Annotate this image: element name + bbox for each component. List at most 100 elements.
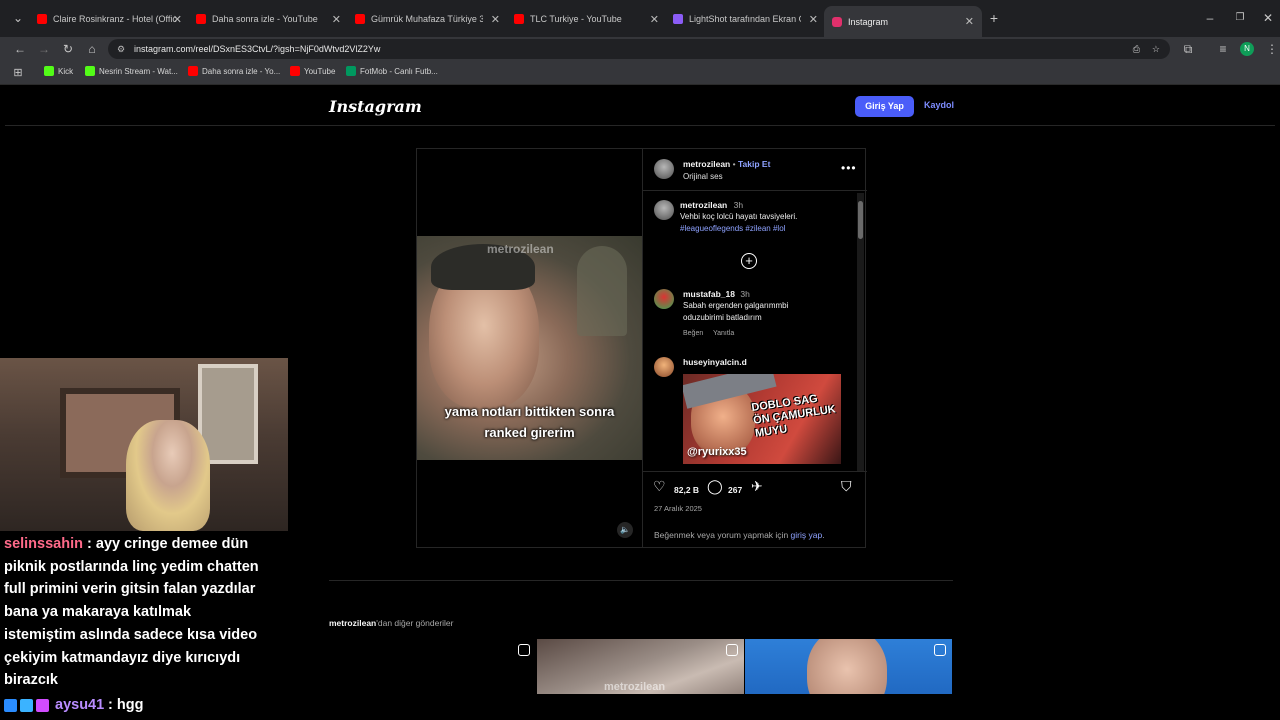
stream-chat-line: aysu41 : hgg (0, 694, 1280, 720)
instagram-logo[interactable]: Instagram (329, 97, 422, 116)
bookmark-youtube[interactable]: YouTube (290, 66, 335, 76)
comments-list[interactable]: metrozilean 3h Vehbi koç lolcü hayatı ta… (643, 191, 867, 471)
youtube-icon (355, 14, 365, 24)
heart-icon[interactable]: ♡ (653, 478, 666, 495)
comment-meme-image[interactable]: DOBLO SAG ÖN ÇAMURLUK MUYU @ryurixx35 (683, 374, 841, 464)
post-sidebar: metrozilean • Takip Et Orijinal ses ••• … (642, 149, 867, 547)
tab-title: Claire Rosinkranz - Hotel (Offic (53, 14, 177, 24)
apps-icon[interactable]: ⊞ (10, 65, 26, 81)
bookmark-label: FotMob - Canlı Futb... (360, 66, 438, 76)
menu-icon[interactable]: ⋮ (1264, 41, 1280, 57)
chat-badge-icon (36, 699, 49, 712)
avatar[interactable] (654, 357, 674, 377)
comment-time: 3h (740, 289, 750, 299)
login-button[interactable]: Giriş Yap (855, 96, 914, 117)
mute-toggle-icon[interactable]: 🔈 (617, 522, 633, 538)
tab-strip: ⌄ Claire Rosinkranz - Hotel (Offic ✕ Dah… (0, 0, 1280, 37)
close-icon[interactable]: ✕ (650, 13, 659, 26)
address-bar[interactable]: ⚙ instagram.com/reel/DSxnES3CtvL/?igsh=N… (108, 39, 1170, 59)
comment-username[interactable]: huseyinyalcin.d (683, 357, 747, 367)
bookmark-nesrin-stream[interactable]: Nesrin Stream - Wat... (85, 66, 178, 76)
load-more-comments-icon[interactable]: + (741, 253, 757, 269)
new-tab-icon[interactable]: + (986, 10, 1002, 26)
reel-icon (518, 644, 530, 656)
bookmark-label: Daha sonra izle - Yo... (202, 66, 281, 76)
scrollbar-thumb[interactable] (858, 201, 863, 239)
comment-username[interactable]: mustafab_18 (683, 289, 735, 299)
avatar[interactable] (654, 289, 674, 309)
tab-tlc-turkiye[interactable]: TLC Turkiye - YouTube ✕ (514, 8, 659, 30)
caption-time: 3h (733, 200, 744, 210)
audio-label[interactable]: Orijinal ses (683, 172, 723, 181)
post-author[interactable]: metrozilean • Takip Et (683, 159, 770, 169)
signup-link[interactable]: Kaydol (924, 100, 954, 110)
more-posts-suffix: 'dan diğer gönderiler (376, 618, 454, 628)
comment-author[interactable]: mustafab_18 3h (683, 289, 750, 299)
meme-handle: @ryurixx35 (687, 446, 747, 458)
avatar[interactable] (654, 159, 674, 179)
bookmarks-bar: ⊞ Kick Nesrin Stream - Wat... Daha sonra… (0, 61, 1280, 85)
home-icon[interactable]: ⌂ (84, 41, 100, 57)
comments-scrollbar[interactable] (857, 193, 864, 471)
bookmark-icon[interactable]: ⛉ (841, 478, 852, 495)
close-icon[interactable]: ✕ (965, 15, 974, 28)
kick-icon (85, 66, 95, 76)
close-icon[interactable]: ✕ (491, 13, 500, 26)
follow-button[interactable]: Takip Et (738, 159, 770, 169)
close-icon[interactable]: ✕ (809, 13, 818, 26)
caption-hashtags[interactable]: #leagueoflegends #zilean #lol (680, 224, 785, 233)
tab-claire-rosinkranz[interactable]: Claire Rosinkranz - Hotel (Offic ✕ (37, 8, 182, 30)
comment-icon[interactable]: ◯ (707, 478, 723, 495)
bookmark-star-icon[interactable]: ☆ (1152, 39, 1160, 59)
forward-icon[interactable]: → (36, 41, 52, 57)
caption-username[interactable]: metrozilean (680, 200, 727, 210)
more-options-icon[interactable]: ••• (841, 161, 857, 175)
more-posts-user[interactable]: metrozilean (329, 618, 376, 628)
tab-gumruk-muhafaza[interactable]: Gümrük Muhafaza Türkiye 31. E ✕ (355, 8, 500, 30)
share-icon[interactable]: ✈ (751, 478, 763, 495)
meme-caption: DOBLO SAG ÖN ÇAMURLUK MUYU (750, 392, 837, 440)
bookmark-kick[interactable]: Kick (44, 66, 73, 76)
youtube-icon (514, 14, 524, 24)
comment-reply-button[interactable]: Yanıtla (713, 330, 734, 337)
close-icon[interactable]: ✕ (332, 13, 341, 26)
youtube-icon (188, 66, 198, 76)
media-controls-icon[interactable]: ≡ (1215, 41, 1231, 57)
minimize-icon[interactable]: – (1202, 10, 1218, 26)
restore-icon[interactable]: ❐ (1232, 10, 1248, 26)
bookmark-label: YouTube (304, 66, 336, 76)
instagram-icon (832, 16, 842, 27)
profile-initial: N (1244, 44, 1250, 53)
reel-icon (934, 644, 946, 656)
comment-like-button[interactable]: Beğen (683, 330, 703, 337)
window-close-icon[interactable]: ✕ (1260, 10, 1276, 26)
close-icon[interactable]: ✕ (173, 13, 182, 26)
bookmark-fotmob[interactable]: FotMob - Canlı Futb... (346, 66, 438, 76)
tab-lightshot[interactable]: LightShot tarafından Ekran Görü ✕ (673, 8, 818, 30)
tab-daha-sonra-izle[interactable]: Daha sonra izle - YouTube ✕ (196, 8, 341, 30)
post-actions: ♡ 82,2 B ◯ 267 ✈ ⛉ 27 Aralık 2025 Beğenm… (643, 471, 867, 547)
fotmob-icon (346, 66, 356, 76)
install-app-icon[interactable]: ⎙ (1133, 39, 1140, 59)
tab-instagram[interactable]: Instagram ✕ (824, 6, 982, 37)
bookmark-daha-sonra-izle[interactable]: Daha sonra izle - Yo... (188, 66, 280, 76)
avatar[interactable] (654, 200, 674, 220)
video-frame: metrozilean yama notları bittikten sonra… (417, 236, 642, 460)
comments-count[interactable]: 267 (728, 485, 742, 495)
stream-chat-message: selinssahin : ayy cringe demee dün pikni… (4, 533, 264, 692)
caption-author[interactable]: metrozilean 3h (680, 200, 743, 210)
bookmark-label: Kick (58, 66, 74, 76)
instagram-header: Instagram Giriş Yap Kaydol (5, 86, 1275, 126)
likes-count[interactable]: 82,2 B (674, 485, 699, 495)
login-prompt-text: Beğenmek veya yorum yapmak için (654, 530, 791, 540)
reload-icon[interactable]: ↻ (60, 41, 76, 57)
extensions-icon[interactable]: ⧉ (1180, 41, 1196, 57)
login-prompt-link[interactable]: giriş yap (791, 530, 823, 540)
post-author-name[interactable]: metrozilean (683, 159, 730, 169)
site-info-icon[interactable]: ⚙ (117, 39, 125, 59)
profile-avatar[interactable]: N (1240, 42, 1254, 56)
reel-video[interactable]: metrozilean yama notları bittikten sonra… (417, 149, 642, 547)
tab-search-icon[interactable]: ⌄ (10, 10, 26, 26)
back-icon[interactable]: ← (12, 41, 28, 57)
subtitle-line-2: ranked girerim (484, 425, 575, 440)
